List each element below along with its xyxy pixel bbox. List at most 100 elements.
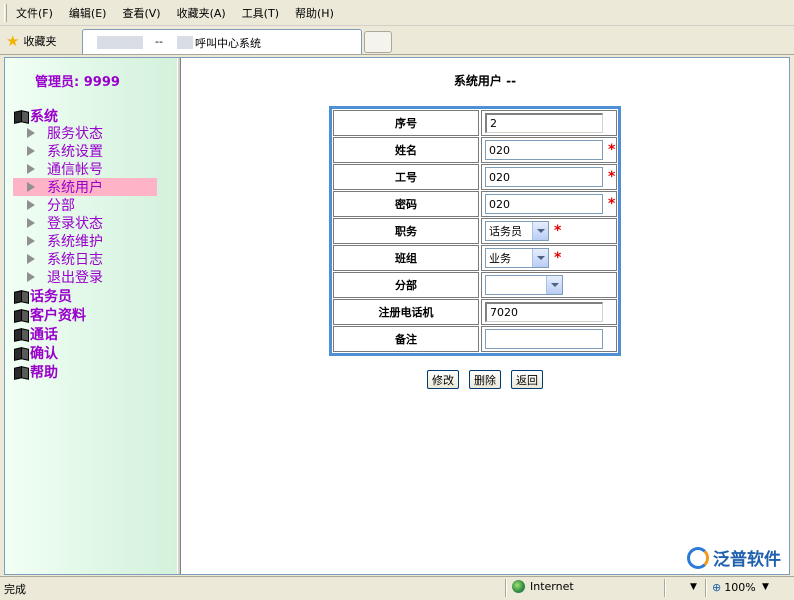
page-title: 系统用户 --	[453, 74, 517, 88]
chevron-down-icon[interactable]: ▼	[690, 582, 697, 592]
magnifier-icon: ⊕	[712, 581, 722, 594]
admin-label: 管理员: 9999	[35, 75, 120, 90]
position-select[interactable]: 话务员	[485, 221, 549, 241]
main-content: 系统用户 -- 序号 2 姓名 020 * 工号 020 * 密码 020 * 职务	[181, 58, 789, 574]
brand-logo-icon	[687, 546, 709, 569]
status-divider	[705, 579, 707, 597]
nav-item-system-settings[interactable]: 系统设置	[13, 142, 157, 160]
arrow-right-icon	[27, 218, 35, 228]
label-password: 密码	[333, 191, 479, 217]
redacted-text	[177, 36, 193, 49]
nav-category-help[interactable]: 帮助	[13, 362, 58, 382]
toolbar-grip[interactable]	[4, 4, 7, 22]
favorites-button[interactable]: ★ 收藏夹	[6, 31, 56, 51]
chevron-down-icon[interactable]	[532, 249, 548, 267]
book-icon	[13, 347, 29, 359]
nav-category-operator[interactable]: 话务员	[13, 286, 72, 306]
chevron-down-icon[interactable]	[532, 222, 548, 240]
page-frame: 管理员: 9999 系统 服务状态 系统设置 通信帐号 系统用户 分部 登录状态…	[4, 57, 790, 575]
favorites-label: 收藏夹	[23, 35, 57, 48]
menu-favorites[interactable]: 收藏夹(A)	[177, 5, 226, 21]
arrow-right-icon	[27, 236, 35, 246]
nav-category-calls[interactable]: 通话	[13, 324, 58, 344]
nav-item-system-log[interactable]: 系统日志	[13, 250, 157, 268]
arrow-right-icon	[27, 272, 35, 282]
back-button[interactable]: 返回	[511, 370, 543, 389]
nav-item-service-status[interactable]: 服务状态	[13, 124, 157, 142]
label-name: 姓名	[333, 137, 479, 163]
nav-item-login-status[interactable]: 登录状态	[13, 214, 157, 232]
remark-input[interactable]	[485, 329, 603, 349]
sidebar: 管理员: 9999 系统 服务状态 系统设置 通信帐号 系统用户 分部 登录状态…	[5, 58, 177, 574]
arrow-right-icon	[27, 182, 35, 192]
new-tab-button[interactable]	[364, 31, 392, 53]
redacted-text	[97, 36, 143, 49]
nav-item-comm-account[interactable]: 通信帐号	[13, 160, 157, 178]
modify-button[interactable]: 修改	[427, 370, 459, 389]
user-form-table: 序号 2 姓名 020 * 工号 020 * 密码 020 * 职务 话务员 *	[329, 106, 621, 356]
globe-icon	[512, 580, 525, 593]
form-row-workno: 工号 020 *	[333, 164, 617, 190]
tab-dash: --	[155, 35, 163, 48]
password-input[interactable]: 020	[485, 194, 603, 214]
book-icon	[13, 309, 29, 321]
label-branch: 分部	[333, 272, 479, 298]
name-input[interactable]: 020	[485, 140, 603, 160]
chevron-down-icon[interactable]: ▼	[762, 582, 769, 592]
label-group: 班组	[333, 245, 479, 271]
book-icon	[13, 290, 29, 302]
label-position: 职务	[333, 218, 479, 244]
nav-item-logout[interactable]: 退出登录	[13, 268, 157, 286]
arrow-right-icon	[27, 128, 35, 138]
form-row-name: 姓名 020 *	[333, 137, 617, 163]
delete-button[interactable]: 删除	[469, 370, 501, 389]
form-row-password: 密码 020 *	[333, 191, 617, 217]
status-divider	[664, 579, 666, 597]
menu-help[interactable]: 帮助(H)	[295, 5, 334, 21]
form-row-phone: 注册电话机 7020	[333, 299, 617, 325]
security-zone[interactable]: Internet	[512, 580, 574, 593]
status-bar: 完成 Internet ▼ ⊕ 100% ▼	[0, 576, 794, 600]
required-mark: *	[608, 196, 616, 212]
menu-file[interactable]: 文件(F)	[16, 5, 53, 21]
branch-select[interactable]	[485, 275, 563, 295]
chevron-down-icon[interactable]	[546, 276, 562, 294]
form-row-position: 职务 话务员 *	[333, 218, 617, 244]
seq-field: 2	[485, 113, 603, 133]
status-divider	[505, 579, 507, 597]
arrow-right-icon	[27, 164, 35, 174]
menu-view[interactable]: 查看(V)	[122, 5, 160, 21]
menu-tools[interactable]: 工具(T)	[242, 5, 279, 21]
tab-title: 呼叫中心系统	[195, 37, 261, 50]
form-buttons: 修改 删除 返回	[181, 370, 789, 389]
menu-bar: 文件(F) 编辑(E) 查看(V) 收藏夹(A) 工具(T) 帮助(H)	[0, 0, 794, 26]
required-mark: *	[608, 142, 616, 158]
label-workno: 工号	[333, 164, 479, 190]
required-mark: *	[554, 250, 562, 266]
arrow-right-icon	[27, 146, 35, 156]
form-row-seq: 序号 2	[333, 110, 617, 136]
form-row-group: 班组 业务 *	[333, 245, 617, 271]
label-seq: 序号	[333, 110, 479, 136]
star-icon: ★	[6, 31, 20, 50]
required-mark: *	[554, 223, 562, 239]
menu-edit[interactable]: 编辑(E)	[69, 5, 107, 21]
label-remark: 备注	[333, 326, 479, 352]
arrow-right-icon	[27, 200, 35, 210]
nav-item-system-user[interactable]: 系统用户	[13, 178, 157, 196]
phone-field: 7020	[485, 302, 603, 322]
nav-category-customer[interactable]: 客户资料	[13, 305, 86, 325]
nav-category-confirm[interactable]: 确认	[13, 343, 58, 363]
workno-input[interactable]: 020	[485, 167, 603, 187]
browser-tab[interactable]: -- 呼叫中心系统	[82, 29, 362, 54]
required-mark: *	[608, 169, 616, 185]
form-row-branch: 分部	[333, 272, 617, 298]
zoom-control[interactable]: ⊕ 100%	[712, 581, 756, 594]
nav-item-system-maintenance[interactable]: 系统维护	[13, 232, 157, 250]
label-phone: 注册电话机	[333, 299, 479, 325]
book-icon	[13, 328, 29, 340]
nav-item-branch[interactable]: 分部	[13, 196, 157, 214]
group-select[interactable]: 业务	[485, 248, 549, 268]
book-icon	[13, 110, 29, 122]
status-text: 完成	[4, 583, 26, 596]
